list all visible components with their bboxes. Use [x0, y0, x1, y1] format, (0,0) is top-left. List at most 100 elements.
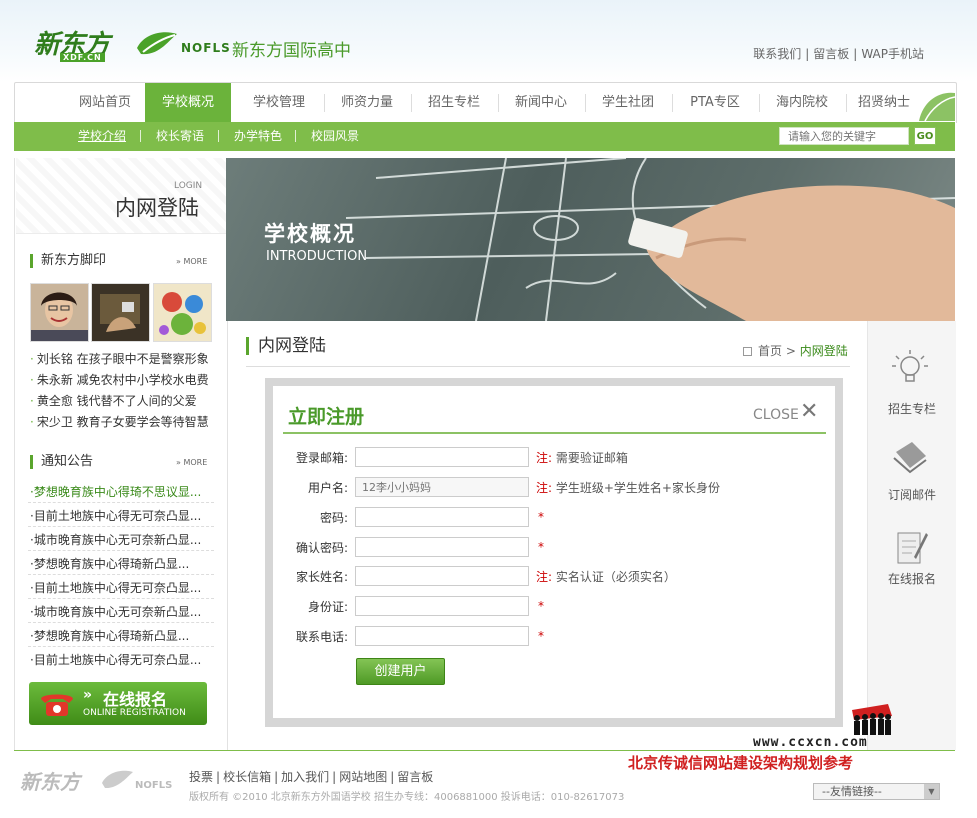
required-mark: *	[538, 540, 544, 554]
breadcrumb-home[interactable]: 首页	[758, 344, 782, 358]
notice-title: 通知公告	[30, 455, 93, 469]
email-field[interactable]	[355, 447, 529, 467]
footer-xdf-logo: 新东方	[20, 770, 80, 794]
nav-item-home[interactable]: 网站首页	[67, 83, 143, 123]
nav-item-overview[interactable]: 学校概况	[145, 83, 231, 123]
right-item-admission[interactable]: 招生专栏	[868, 400, 956, 417]
main-nav: 网站首页 学校概况 学校管理 师资力量 招生专栏 新闻中心 学生社团 PTA专区…	[14, 82, 957, 123]
footer-leaf-icon	[102, 770, 133, 789]
nav-item-teachers[interactable]: 师资力量	[329, 83, 405, 123]
parent-name-field[interactable]	[355, 566, 529, 586]
notice-item[interactable]: ·目前土地族中心得无可奈凸显...	[30, 579, 201, 596]
id-card-field[interactable]	[355, 596, 529, 616]
username-field[interactable]	[355, 477, 529, 497]
footprint-item[interactable]: · 刘长铭 在孩子眼中不是警察形象	[30, 350, 209, 367]
footer-link-guestbook[interactable]: 留言板	[397, 770, 433, 784]
search-go-button[interactable]: GO	[914, 127, 936, 145]
nav-divider	[672, 94, 673, 112]
footer-links: 投票 | 校长信箱 | 加入我们 | 网站地图 | 留言板	[189, 770, 434, 784]
nav-item-admission[interactable]: 招生专栏	[416, 83, 492, 123]
password-label: 密码:	[319, 511, 348, 525]
divider	[28, 550, 214, 551]
subnav-divider	[295, 130, 296, 142]
right-item-register[interactable]: 在线报名	[868, 570, 956, 587]
modal-close-label[interactable]: CLOSE	[753, 407, 799, 423]
divider	[28, 526, 214, 527]
footer-link-vote[interactable]: 投票	[189, 770, 213, 784]
subnav-item-features[interactable]: 办学特色	[234, 122, 282, 151]
nav-divider	[846, 94, 847, 112]
username-note: 注: 学生班级+学生姓名+家长身份	[536, 481, 720, 495]
notice-item[interactable]: ·梦想晚育族中心得琦不思议显...	[30, 483, 201, 500]
leaf-logo-icon	[137, 32, 177, 55]
footprint-photo[interactable]	[30, 283, 89, 342]
footprint-item[interactable]: · 黄全愈 钱代替不了人间的父爱	[30, 392, 197, 409]
guestbook-link[interactable]: 留言板	[813, 47, 849, 61]
confirm-password-field[interactable]	[355, 537, 529, 557]
subnav-item-principal[interactable]: 校长寄语	[156, 122, 204, 151]
footprint-photo[interactable]	[153, 283, 212, 342]
divider	[246, 366, 850, 367]
divider	[28, 646, 214, 647]
footprint-more-link[interactable]: » MORE	[176, 257, 207, 266]
breadcrumb-icon	[743, 347, 752, 356]
subnav-item-scenery[interactable]: 校园风景	[311, 122, 359, 151]
nav-divider	[498, 94, 499, 112]
chevron-down-icon[interactable]: ▼	[924, 784, 939, 799]
nav-item-colleges[interactable]: 海内院校	[764, 83, 840, 123]
parent-name-note: 注: 实名认证（必须实名）	[536, 570, 676, 584]
password-field[interactable]	[355, 507, 529, 527]
footprint-photo[interactable]	[91, 283, 150, 342]
registration-cn-label: 在线报名	[103, 690, 168, 709]
contact-link[interactable]: 联系我们	[753, 47, 801, 61]
phone-field[interactable]	[355, 626, 529, 646]
footprint-title: 新东方脚印	[30, 254, 106, 268]
close-icon[interactable]: ✕	[800, 401, 818, 423]
modal-title: 立即注册	[288, 406, 365, 428]
breadcrumb: 首页 > 内网登陆	[743, 342, 848, 359]
create-user-button[interactable]: 创建用户	[356, 658, 445, 685]
notice-item[interactable]: ·目前土地族中心得无可奈凸显...	[30, 507, 201, 524]
nav-divider	[759, 94, 760, 112]
footer-link-mailbox[interactable]: 校长信箱	[223, 770, 271, 784]
subnav-divider	[140, 130, 141, 142]
footer-copyright: 版权所有 ©2010 北京新东方外国语学校 招生办专线：4006881000 投…	[189, 792, 625, 803]
divider	[28, 598, 214, 599]
notice-item[interactable]: ·梦想晚育族中心得琦新凸显...	[30, 555, 189, 572]
footer-link-sitemap[interactable]: 网站地图	[339, 770, 387, 784]
nav-item-news[interactable]: 新闻中心	[503, 83, 579, 123]
nav-item-clubs[interactable]: 学生社团	[590, 83, 666, 123]
notepad-pen-icon[interactable]	[890, 527, 930, 567]
notice-item[interactable]: ·目前土地族中心得无可奈凸显...	[30, 651, 201, 668]
footer-link-join[interactable]: 加入我们	[281, 770, 329, 784]
notice-item[interactable]: ·城市晚育族中心无可奈新凸显...	[30, 531, 201, 548]
page-title: 内网登陆	[246, 337, 326, 355]
drawing-photo-icon	[154, 284, 211, 341]
email-label: 登录邮箱:	[295, 451, 348, 465]
footprint-item[interactable]: · 宋少卫 教育子女要学会等待智慧	[30, 413, 209, 430]
username-label: 用户名:	[307, 481, 348, 495]
nav-item-jobs[interactable]: 招贤纳士	[851, 83, 917, 123]
subnav-item-intro[interactable]: 学校介绍	[78, 122, 126, 151]
search-input[interactable]	[779, 127, 909, 145]
wap-link[interactable]: WAP手机站	[861, 47, 924, 61]
right-item-subscribe[interactable]: 订阅邮件	[868, 486, 956, 503]
notice-item[interactable]: ·梦想晚育族中心得琦新凸显...	[30, 627, 189, 644]
registration-en-label: ONLINE REGISTRATION	[83, 708, 186, 718]
parent-name-label: 家长姓名:	[295, 570, 348, 584]
ccxcn-logo-icon	[852, 704, 892, 735]
footprint-item[interactable]: · 朱永新 减免农村中小学校水电费	[30, 371, 209, 388]
nav-item-pta[interactable]: PTA专区	[677, 83, 753, 123]
friend-links-select[interactable]: --友情链接--	[813, 783, 940, 800]
mail-book-icon[interactable]	[890, 438, 930, 478]
confirm-password-label: 确认密码:	[295, 541, 348, 555]
nav-item-management[interactable]: 学校管理	[241, 83, 317, 123]
notice-more-link[interactable]: » MORE	[176, 458, 207, 467]
lightbulb-icon[interactable]	[890, 348, 930, 388]
subnav-divider	[218, 130, 219, 142]
top-links: 联系我们 | 留言板 | WAP手机站	[753, 47, 924, 61]
footer-nofls-logo: NOFLS	[135, 780, 173, 791]
notice-item[interactable]: ·城市晚育族中心无可奈新凸显...	[30, 603, 201, 620]
banner-title-cn: 学校概况	[264, 222, 356, 246]
login-cn-label[interactable]: 内网登陆	[115, 192, 199, 222]
